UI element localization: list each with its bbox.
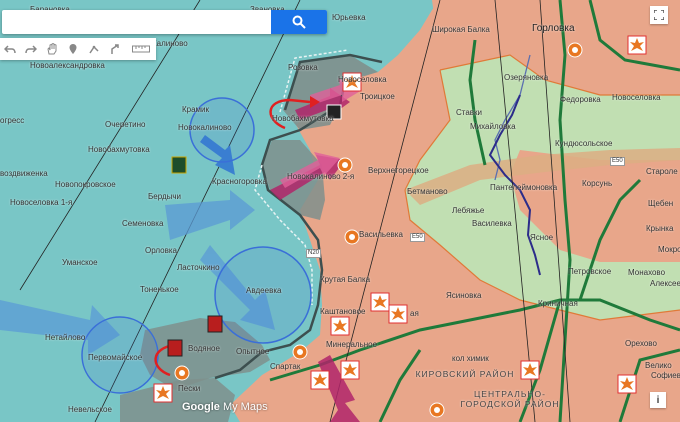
district-label: ЦЕНТРАЛЬНО-ГОРОДСКОЙ РАЙОН bbox=[460, 389, 560, 409]
place-label: Розовка bbox=[288, 63, 318, 72]
map-toolbar bbox=[0, 38, 156, 60]
place-label: Мокро bbox=[658, 245, 680, 254]
place-label: Калиново bbox=[152, 39, 188, 48]
place-label: Василевка bbox=[472, 219, 512, 228]
place-label: Новоселовка bbox=[612, 93, 661, 102]
place-label: Первомайское bbox=[88, 353, 143, 362]
place-label: Велико bbox=[645, 361, 672, 370]
place-label: Семеновка bbox=[122, 219, 164, 228]
place-label: Спартак bbox=[270, 362, 301, 371]
place-label: Тоненькое bbox=[140, 285, 179, 294]
place-label: Новоселовка 1-я bbox=[10, 198, 73, 207]
place-label: Корсунь bbox=[582, 179, 613, 188]
place-label: Пески bbox=[178, 384, 201, 393]
place-label: воздвиженка bbox=[0, 169, 48, 178]
google-my-maps-logo: Google My Maps bbox=[182, 401, 268, 413]
place-label: Новоселовка bbox=[338, 75, 387, 84]
place-label: Ясиновка bbox=[446, 291, 482, 300]
place-label: Крутая Балка bbox=[320, 275, 371, 284]
place-label: Ласточкино bbox=[177, 263, 220, 272]
place-label: Троицкое bbox=[360, 92, 395, 101]
place-label: Невельское bbox=[68, 405, 112, 414]
place-label: Опытное bbox=[236, 347, 270, 356]
place-label: Новобахмутовка bbox=[88, 145, 150, 154]
pan-hand-icon[interactable] bbox=[42, 38, 63, 60]
place-label: Монахово bbox=[628, 268, 666, 277]
place-label: Новобахмутовка bbox=[272, 114, 334, 123]
place-label: Орехово bbox=[625, 339, 657, 348]
place-label: Новокалиново bbox=[178, 123, 232, 132]
redo-icon[interactable] bbox=[21, 38, 42, 60]
ruler-icon[interactable] bbox=[126, 38, 156, 60]
route-icon[interactable] bbox=[105, 38, 126, 60]
search-input[interactable] bbox=[8, 10, 272, 34]
place-label: Водяное bbox=[188, 344, 220, 353]
place-label: Лебяжье bbox=[452, 206, 485, 215]
place-label: Очеретино bbox=[105, 120, 146, 129]
info-button[interactable]: i bbox=[650, 392, 666, 408]
place-label: огресс bbox=[0, 116, 25, 125]
place-label: Горловка bbox=[532, 23, 575, 34]
place-label: Крынка bbox=[646, 224, 674, 233]
place-label: Авдеевка bbox=[246, 286, 282, 295]
place-label: Софиевка bbox=[651, 371, 680, 380]
place-label: Красногоровка bbox=[212, 177, 267, 186]
line-draw-icon[interactable] bbox=[84, 38, 105, 60]
place-label: Васильевка bbox=[359, 230, 403, 239]
place-label: Орловка bbox=[145, 246, 177, 255]
place-label: Федоровка bbox=[560, 95, 601, 104]
search-icon bbox=[292, 15, 306, 29]
fullscreen-button[interactable] bbox=[650, 6, 668, 24]
place-label: Щебен bbox=[648, 199, 674, 208]
place-label: Бетманово bbox=[407, 187, 448, 196]
district-label: КИРОВСКИЙ РАЙОН bbox=[415, 369, 515, 379]
place-label: Михайловка bbox=[470, 122, 516, 131]
place-label: Новопокровское bbox=[55, 180, 116, 189]
place-label: ая bbox=[410, 309, 419, 318]
place-label: Бердычи bbox=[148, 192, 182, 201]
place-label: Новокалиново 2-я bbox=[287, 172, 355, 181]
place-label: Уманское bbox=[62, 258, 98, 267]
place-label: Верхнеторецкое bbox=[368, 166, 429, 175]
place-label: Нетайлово bbox=[45, 333, 86, 342]
place-label: Пантелеймоновка bbox=[490, 183, 558, 192]
undo-icon[interactable] bbox=[0, 38, 21, 60]
place-label: Минеральное bbox=[326, 340, 378, 349]
place-label: кол химик bbox=[452, 354, 489, 363]
road-label: N20 bbox=[306, 249, 322, 258]
place-label: Ставки bbox=[456, 108, 483, 117]
info-icon: i bbox=[656, 394, 660, 406]
place-label: Юрьевка bbox=[332, 13, 366, 22]
road-label: E50 bbox=[610, 157, 625, 166]
marker-icon[interactable] bbox=[63, 38, 84, 60]
place-label: Широкая Балка bbox=[432, 25, 490, 34]
place-label: Криничная bbox=[538, 299, 578, 308]
place-label: Каштановое bbox=[320, 307, 366, 316]
place-label: Алексее bbox=[650, 279, 680, 288]
fullscreen-icon bbox=[654, 10, 664, 20]
place-label: Староле bbox=[646, 167, 678, 176]
place-label: Кундюсольское bbox=[555, 139, 613, 148]
place-label: Озеряновка bbox=[504, 73, 549, 82]
place-label: Ясное bbox=[530, 233, 554, 242]
search-button[interactable] bbox=[271, 10, 327, 34]
place-label: Новоалександровка bbox=[30, 61, 105, 70]
place-label: Крамик bbox=[182, 105, 210, 114]
road-label: E50 bbox=[410, 233, 425, 242]
place-label: Петровское bbox=[568, 267, 612, 276]
search-box bbox=[2, 10, 327, 34]
